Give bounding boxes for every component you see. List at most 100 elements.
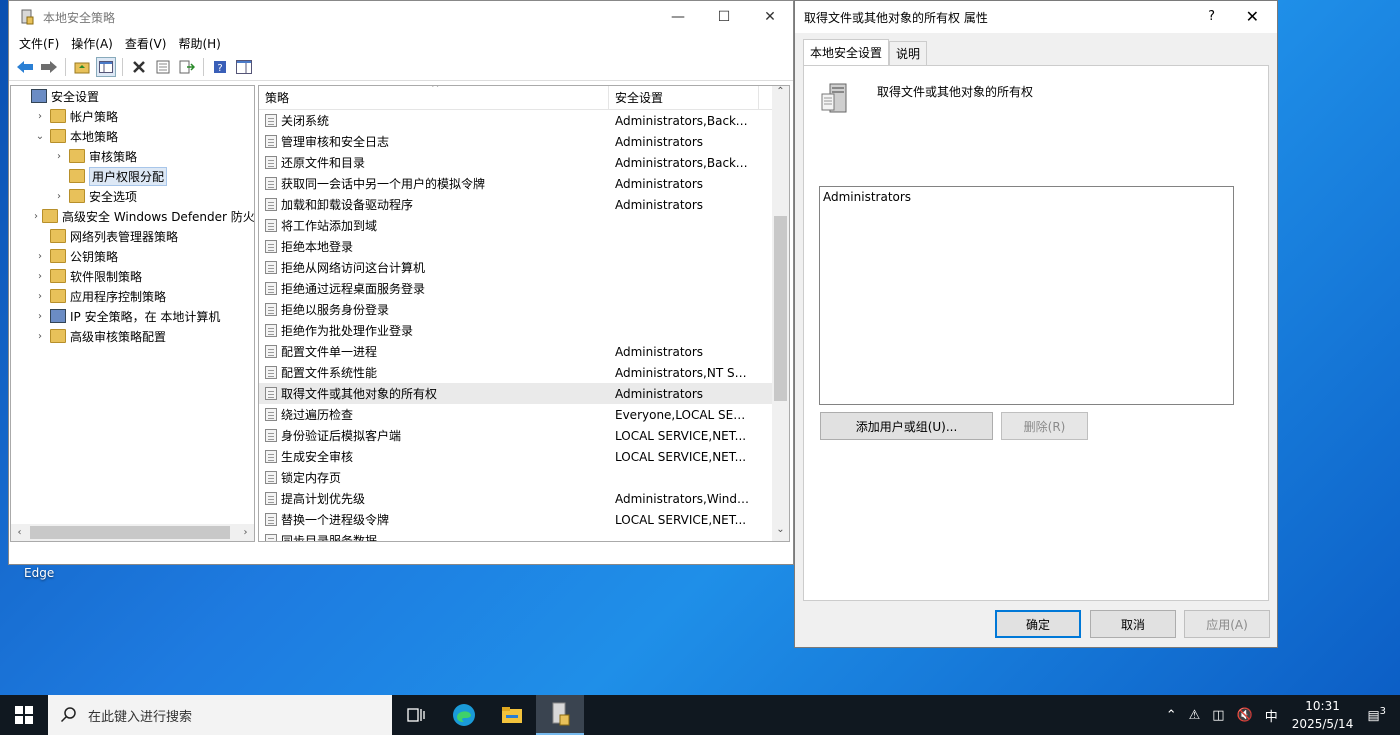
tab-explain[interactable]: 说明 [889,41,928,65]
close-button[interactable]: ✕ [747,1,793,33]
tree-item[interactable]: ⌄ 本地策略 [11,126,254,146]
policy-row[interactable]: 获取同一会话中另一个用户的模拟令牌 Administrators [259,173,789,194]
show-hide-tree-button[interactable] [96,56,116,77]
dialog-close-icon[interactable]: ✕ [1246,7,1259,26]
apply-button[interactable]: 应用(A) [1184,610,1270,638]
minimize-button[interactable]: — [655,1,701,33]
action-pane-button[interactable] [234,57,254,77]
tree-item[interactable]: › 安全选项 [11,186,254,206]
scroll-right-icon[interactable]: › [237,527,254,538]
dialog-title-bar[interactable]: 取得文件或其他对象的所有权 属性 ? ✕ [795,1,1277,33]
policy-row[interactable]: 配置文件单一进程 Administrators [259,341,789,362]
tree-expander-icon[interactable]: › [34,331,46,342]
network-icon[interactable]: ◫ [1212,708,1224,723]
export-list-button[interactable] [177,57,197,77]
security-warning-icon[interactable]: ⚠ [1189,708,1201,723]
help-button[interactable]: ? [210,57,230,77]
tree-expander-icon[interactable]: › [34,311,46,322]
policy-row[interactable]: 拒绝本地登录 [259,236,789,257]
policy-row[interactable]: 生成安全审核 LOCAL SERVICE,NET... [259,446,789,467]
delete-button[interactable] [129,57,149,77]
task-view-button[interactable] [392,695,440,735]
policy-row[interactable]: 绕过遍历检查 Everyone,LOCAL SERV... [259,404,789,425]
member-item[interactable]: Administrators [823,190,1230,204]
policy-row[interactable]: 提高计划优先级 Administrators,Windo... [259,488,789,509]
policy-row[interactable]: 管理审核和安全日志 Administrators [259,131,789,152]
policy-row[interactable]: 同步目录服务数据 [259,530,789,541]
vertical-scrollbar[interactable]: ⌃ ⌄ [772,86,789,541]
policy-row[interactable]: 关闭系统 Administrators,Backu... [259,110,789,131]
menu-help[interactable]: 帮助(H) [172,35,226,52]
policy-row[interactable]: 身份验证后模拟客户端 LOCAL SERVICE,NET... [259,425,789,446]
taskbar-edge[interactable] [440,695,488,735]
policy-row[interactable]: 锁定内存页 [259,467,789,488]
policy-row[interactable]: 拒绝从网络访问这台计算机 [259,257,789,278]
menu-action[interactable]: 操作(A) [65,35,119,52]
scroll-left-icon[interactable]: ‹ [11,527,28,538]
policy-row[interactable]: 拒绝作为批处理作业登录 [259,320,789,341]
policy-row[interactable]: 加载和卸载设备驱动程序 Administrators [259,194,789,215]
start-button[interactable] [0,695,48,735]
tree-item[interactable]: › 应用程序控制策略 [11,286,254,306]
tree-item[interactable]: › 公钥策略 [11,246,254,266]
tree-expander-icon[interactable]: › [34,111,46,122]
tree-expander-icon[interactable]: › [34,251,46,262]
taskbar-search-box[interactable]: 在此键入进行搜索 [48,695,392,735]
tree-expander-icon[interactable]: › [53,191,65,202]
tree-item[interactable]: › 软件限制策略 [11,266,254,286]
tree-expander-icon[interactable]: › [34,211,38,222]
properties-button[interactable] [153,57,173,77]
clock[interactable]: 10:31 2025/5/14 [1292,697,1354,733]
up-level-button[interactable] [72,57,92,77]
menu-file[interactable]: 文件(F) [13,35,65,52]
scroll-thumb[interactable] [30,526,230,539]
tree-item[interactable]: › 帐户策略 [11,106,254,126]
menu-bar: 文件(F) 操作(A) 查看(V) 帮助(H) [9,33,793,53]
policy-row[interactable]: 拒绝以服务身份登录 [259,299,789,320]
tree-item[interactable]: 网络列表管理器策略 [11,226,254,246]
tree-expander-icon[interactable]: › [53,151,65,162]
cancel-button[interactable]: 取消 [1090,610,1176,638]
title-bar[interactable]: 本地安全策略 — ☐ ✕ [9,1,793,33]
scroll-down-icon[interactable]: ⌄ [772,524,789,541]
menu-view[interactable]: 查看(V) [119,35,173,52]
tree-expander-icon[interactable]: ⌄ [34,131,46,142]
tree-item-label: 公钥策略 [70,249,119,264]
column-security-setting[interactable]: 安全设置 [609,86,759,109]
policy-row[interactable]: 拒绝通过远程桌面服务登录 [259,278,789,299]
tree-item[interactable]: › 高级安全 Windows Defender 防火墙 [11,206,254,226]
scroll-up-icon[interactable]: ⌃ [772,86,789,103]
policy-row[interactable]: 还原文件和目录 Administrators,Backu... [259,152,789,173]
tab-local-security-setting[interactable]: 本地安全设置 [803,39,890,65]
tree-expander-icon[interactable]: › [34,291,46,302]
chevron-up-icon[interactable]: ⌃ [1166,708,1177,723]
policy-row[interactable]: 配置文件系统性能 Administrators,NT SE... [259,362,789,383]
tree-item-label: 网络列表管理器策略 [70,229,179,244]
back-button[interactable] [15,57,35,77]
tree-item[interactable]: 用户权限分配 [11,166,254,186]
policy-cell: 配置文件系统性能 [259,364,609,381]
notification-icon[interactable]: ▤3 [1367,706,1386,723]
policy-row[interactable]: 替换一个进程级令牌 LOCAL SERVICE,NET... [259,509,789,530]
add-user-or-group-button[interactable]: 添加用户或组(U)... [820,412,993,440]
forward-button[interactable] [39,57,59,77]
tree-item[interactable]: › IP 安全策略，在 本地计算机 [11,306,254,326]
policy-row[interactable]: 将工作站添加到域 [259,215,789,236]
volume-muted-icon[interactable]: 🔇 [1237,708,1253,723]
help-icon[interactable]: ? [1208,9,1215,24]
scroll-thumb[interactable] [774,216,787,401]
ok-button[interactable]: 确定 [995,610,1081,638]
maximize-button[interactable]: ☐ [701,1,747,33]
remove-button[interactable]: 删除(R) [1001,412,1088,440]
tree-expander-icon[interactable]: › [34,271,46,282]
ime-indicator[interactable]: 中 [1265,706,1278,725]
members-list[interactable]: Administrators [819,186,1234,405]
taskbar-local-security-policy[interactable] [536,695,584,735]
tree-item[interactable]: › 审核策略 [11,146,254,166]
horizontal-scrollbar[interactable]: ‹ › [11,524,254,541]
tree-item[interactable]: 安全设置 [11,86,254,106]
tree-item[interactable]: › 高级审核策略配置 [11,326,254,346]
taskbar-file-explorer[interactable] [488,695,536,735]
desktop-edge-label[interactable]: Edge [24,566,54,580]
policy-row[interactable]: 取得文件或其他对象的所有权 Administrators [259,383,789,404]
